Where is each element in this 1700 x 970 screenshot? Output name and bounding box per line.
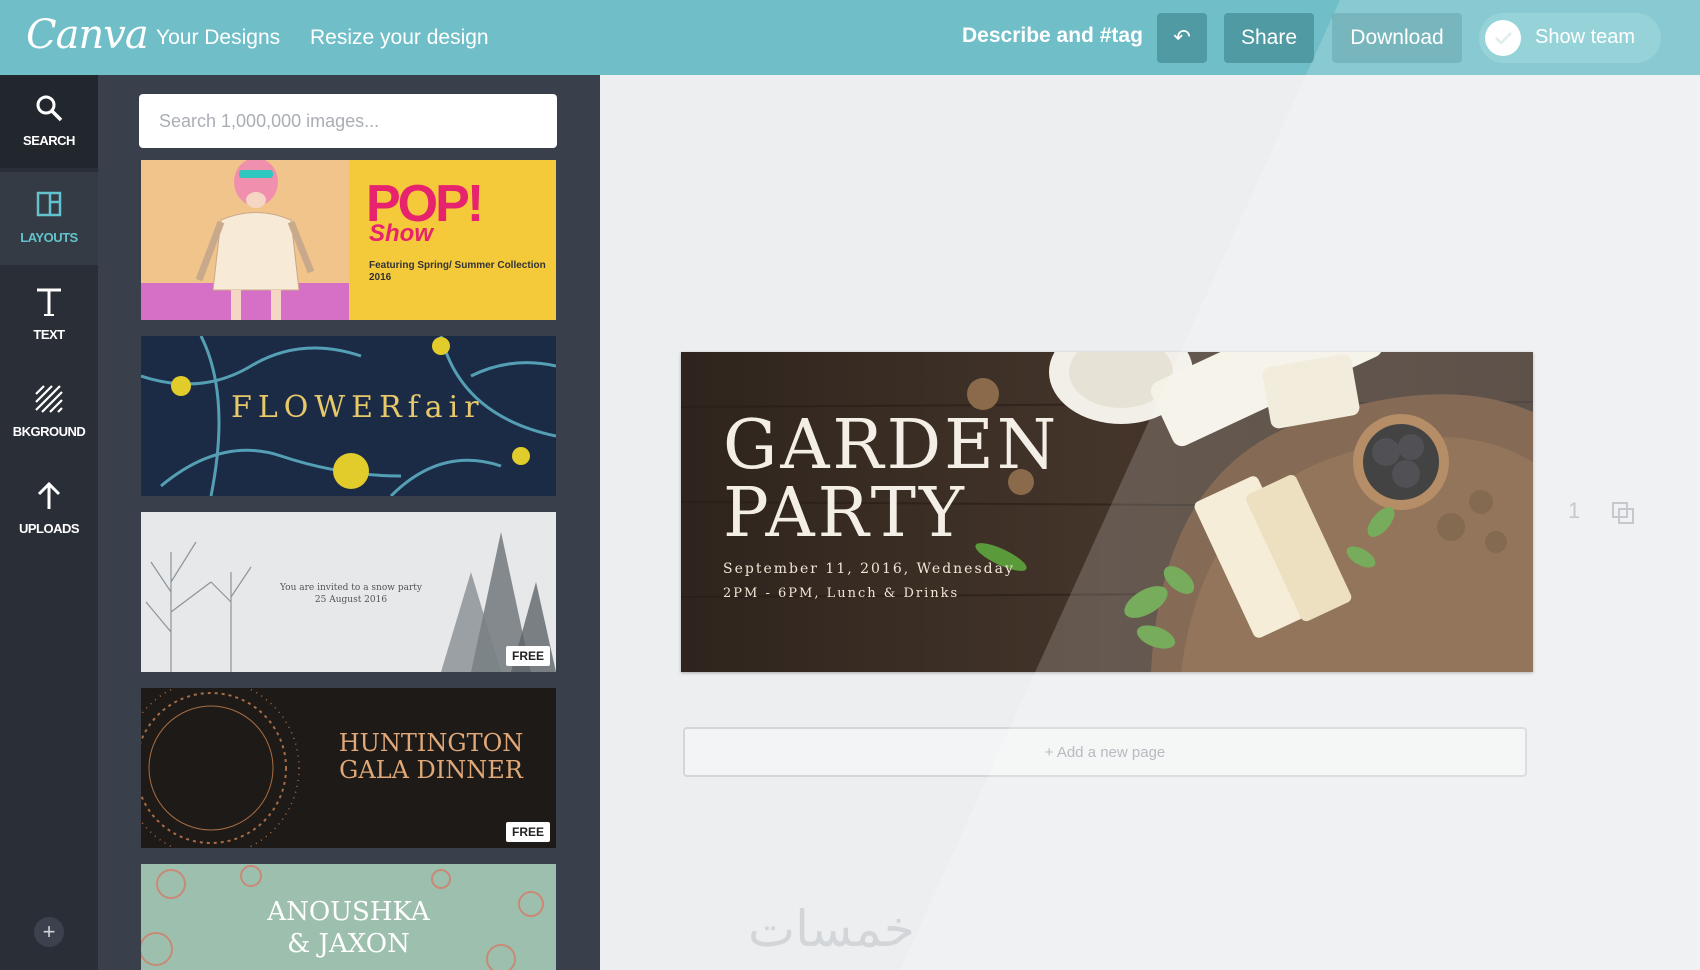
rail-item-background[interactable]: BKGROUND [0, 366, 98, 459]
layout-thumb-flower-fair[interactable]: FLOWERfair [141, 336, 556, 496]
layout-thumb-snow-party[interactable]: You are invited to a snow party 25 Augus… [141, 512, 556, 672]
top-bar: Canva Your Designs Resize your design De… [0, 0, 1700, 76]
your-designs-link[interactable]: Your Designs [156, 26, 280, 50]
watermark-text: خمسات [748, 900, 915, 958]
check-icon [1495, 32, 1512, 45]
free-badge: FREE [505, 646, 550, 666]
canva-logo[interactable]: Canva [26, 12, 149, 58]
text-icon [0, 287, 98, 322]
resize-design-link[interactable]: Resize your design [310, 26, 489, 50]
side-rail: SEARCH LAYOUTS TEXT BKGROUND UPLOADS + [0, 75, 98, 970]
show-team-label: Show team [1535, 26, 1636, 48]
layout-thumb-gala-dinner[interactable]: HUNTINGTON GALA DINNER FREE [141, 688, 556, 848]
mandala-ornament [141, 688, 300, 848]
rail-label-background: BKGROUND [12, 424, 86, 439]
undo-button[interactable]: ↶ [1157, 13, 1207, 63]
design-title-line2: PARTY [723, 474, 967, 553]
design-title-line1: GARDEN [723, 406, 1060, 485]
pop-fine-print: Featuring Spring/ Summer Collection 2016 [369, 260, 546, 283]
garden-party-design[interactable]: GARDEN PARTY September 11, 2016, Wednesd… [681, 352, 1533, 672]
rail-item-text[interactable]: TEXT [0, 269, 98, 362]
rail-item-uploads[interactable]: UPLOADS [0, 463, 98, 556]
snow-party-text: You are invited to a snow party 25 Augus… [271, 582, 431, 606]
app-window: Canva Your Designs Resize your design De… [0, 0, 1700, 970]
rail-label-layouts: LAYOUTS [20, 230, 78, 245]
add-new-page-button[interactable]: + Add a new page [683, 727, 1527, 777]
design-time-line[interactable]: 2PM - 6PM, Lunch & Drinks [723, 586, 959, 601]
gala-title: HUNTINGTON GALA DINNER [316, 730, 546, 784]
wedding-name-2: & JAXON [287, 929, 410, 959]
layout-thumb-wedding[interactable]: ANOUSHKA & JAXON [141, 864, 556, 970]
search-icon [0, 93, 98, 128]
pop-subtitle: Show [369, 220, 433, 247]
layouts-icon [0, 190, 98, 223]
describe-tag-link[interactable]: Describe and #tag [962, 24, 1143, 48]
design-date-line[interactable]: September 11, 2016, Wednesday [723, 561, 1015, 577]
snow-party-invite: You are invited to a snow party [280, 583, 422, 593]
image-search-input[interactable] [139, 94, 557, 148]
show-team-toggle[interactable]: Show team [1479, 13, 1661, 63]
download-button[interactable]: Download [1332, 13, 1462, 63]
design-title[interactable]: GARDEN PARTY [723, 412, 1059, 548]
gala-title-line1: HUNTINGTON [338, 729, 524, 757]
layout-thumb-pop-show[interactable]: POP! Show Featuring Spring/ Summer Colle… [141, 160, 556, 320]
rail-item-layouts[interactable]: LAYOUTS [0, 172, 98, 265]
snow-party-date: 25 August 2016 [314, 595, 388, 605]
toggle-knob [1485, 20, 1521, 56]
add-button[interactable]: + [34, 917, 64, 947]
wedding-names: ANOUSHKA & JAXON [141, 896, 556, 960]
background-icon [0, 384, 98, 419]
share-button[interactable]: Share [1224, 13, 1314, 63]
rail-item-search[interactable]: SEARCH [0, 75, 98, 168]
gala-title-line2: GALA DINNER [339, 756, 523, 784]
free-badge: FREE [505, 822, 550, 842]
fashion-figure-illustration [195, 160, 315, 320]
page-number: 1 [1568, 498, 1581, 523]
flower-fair-title: FLOWERfair [231, 390, 485, 425]
wedding-name-1: ANOUSHKA [267, 897, 430, 927]
undo-icon: ↶ [1173, 26, 1191, 49]
rail-label-uploads: UPLOADS [18, 521, 80, 536]
rail-label-text: TEXT [33, 327, 65, 342]
copy-page-icon[interactable] [1610, 500, 1636, 531]
rail-label-search: SEARCH [23, 133, 75, 148]
upload-icon [0, 481, 98, 516]
